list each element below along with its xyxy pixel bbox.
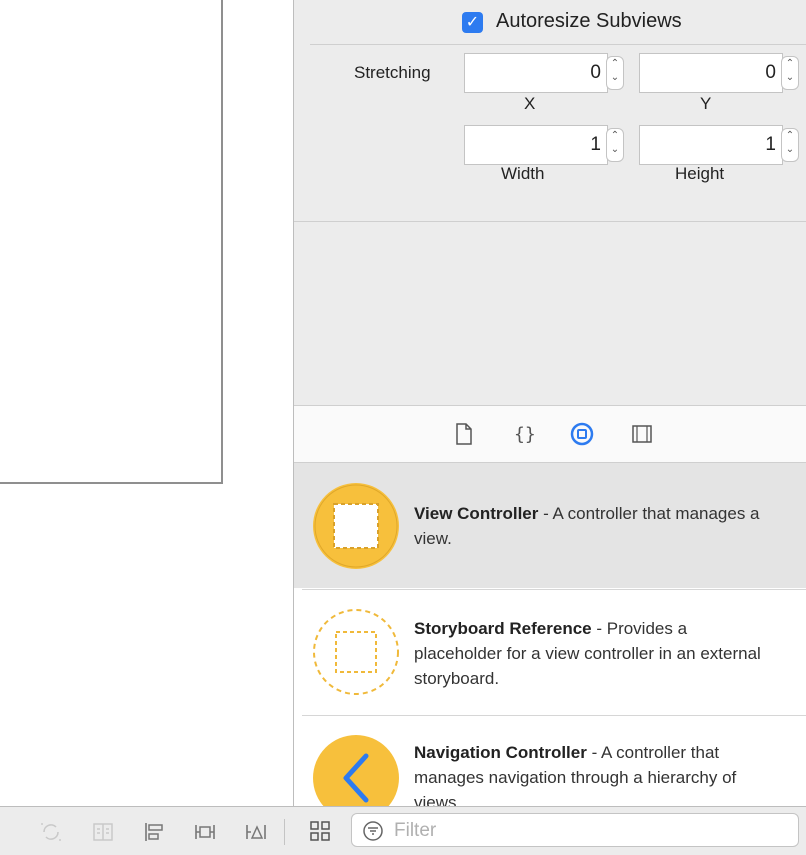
- storyboard-canvas[interactable]: [0, 0, 293, 806]
- file-template-icon[interactable]: [452, 422, 476, 446]
- library-item-view-controller[interactable]: View Controller - A controller that mana…: [294, 463, 806, 588]
- library-item-text: View Controller - A controller that mana…: [414, 501, 774, 551]
- scene-frame[interactable]: [0, 0, 223, 484]
- stretching-width-value: 1: [590, 134, 601, 155]
- stretching-y-label: Y: [700, 94, 712, 113]
- canvas-toolbar: [0, 806, 293, 855]
- divider: [284, 819, 285, 845]
- filter-icon: [362, 820, 384, 842]
- library-item-title: View Controller: [414, 504, 539, 523]
- stretching-width-field[interactable]: 1: [464, 125, 608, 165]
- stretching-x-field[interactable]: 0: [464, 53, 608, 93]
- stretching-y-value: 0: [765, 62, 776, 83]
- stretching-y-field[interactable]: 0: [639, 53, 783, 93]
- divider: [310, 44, 806, 45]
- svg-text:{}: {}: [514, 424, 536, 445]
- align-icon[interactable]: [143, 821, 165, 843]
- library-tab-bar: {}: [294, 406, 806, 463]
- resolve-auto-layout-icon[interactable]: [245, 821, 267, 843]
- stretching-height-label: Height: [675, 164, 725, 183]
- stretching-label: Stretching: [354, 63, 431, 82]
- object-library-list[interactable]: View Controller - A controller that mana…: [294, 463, 806, 806]
- stretching-x-stepper[interactable]: ⌃ ⌄: [606, 56, 624, 90]
- stretching-width-label: Width: [501, 164, 545, 183]
- grid-view-icon[interactable]: [309, 820, 331, 842]
- stretching-height-value: 1: [765, 134, 776, 155]
- library-item-text: Storyboard Reference - Provides a placeh…: [414, 616, 774, 691]
- stretching-x-value: 0: [590, 62, 601, 83]
- library-item-title: Storyboard Reference: [414, 619, 592, 638]
- stretching-height-field[interactable]: 1: [639, 125, 783, 165]
- size-inspector: ✓ Autoresize Subviews Stretching 0 ⌃ ⌄ X …: [293, 0, 806, 854]
- library-item-text: Navigation Controller - A controller tha…: [414, 740, 774, 806]
- media-library-icon[interactable]: [630, 422, 654, 446]
- navigation-controller-icon: [312, 734, 400, 806]
- code-snippet-icon[interactable]: {}: [512, 422, 536, 446]
- library-item-title: Navigation Controller: [414, 743, 587, 762]
- autoresize-subviews-checkbox[interactable]: ✓: [462, 12, 483, 33]
- autoresize-subviews-label: Autoresize Subviews: [496, 10, 682, 32]
- object-library-icon[interactable]: [570, 422, 594, 446]
- update-frames-icon[interactable]: [40, 821, 62, 843]
- library-bottom-bar: Filter: [293, 806, 806, 855]
- view-controller-icon: [312, 482, 400, 570]
- stretching-y-stepper[interactable]: ⌃ ⌄: [781, 56, 799, 90]
- filter-input[interactable]: Filter: [351, 813, 799, 847]
- stretching-height-stepper[interactable]: ⌃ ⌄: [781, 128, 799, 162]
- embed-in-stack-icon[interactable]: [92, 821, 114, 843]
- library-item-navigation-controller[interactable]: Navigation Controller - A controller tha…: [294, 716, 806, 806]
- stretching-x-label: X: [524, 94, 536, 113]
- library-item-storyboard-reference[interactable]: Storyboard Reference - Provides a placeh…: [294, 590, 806, 715]
- storyboard-reference-icon: [312, 608, 400, 696]
- divider: [294, 221, 806, 222]
- add-constraints-icon[interactable]: [194, 821, 216, 843]
- stretching-width-stepper[interactable]: ⌃ ⌄: [606, 128, 624, 162]
- filter-placeholder: Filter: [394, 820, 437, 841]
